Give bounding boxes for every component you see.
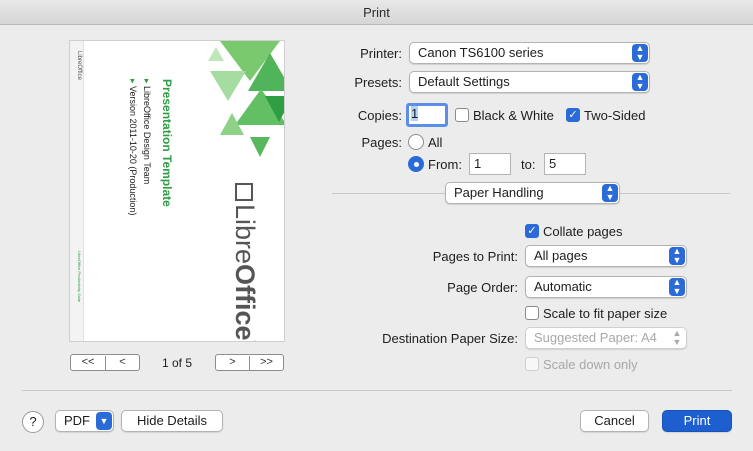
checkmark-icon: ✓ [568,109,578,121]
next-page-button[interactable]: > [216,355,249,370]
pages-to-print-label: Pages to Print: [432,249,518,264]
pages-all-radio[interactable] [408,134,424,150]
pdf-label: PDF [64,413,90,428]
preview-heading: Presentation Template [160,79,174,207]
pages-to-print-select[interactable]: All pages ▲ ▼ [525,245,687,267]
pages-label: Pages: [361,135,402,150]
page-order-label: Page Order: [447,280,518,295]
presets-value: Default Settings [418,74,510,89]
footer-separator [22,390,732,391]
previous-page-button[interactable]: < [106,355,139,370]
pages-all-label: All [428,135,443,150]
footer-text: LibreOffice Productivity Suite [77,251,82,303]
printer-value: Canon TS6100 series [418,45,544,60]
two-sided-checkbox[interactable]: ✓ [566,108,580,122]
last-page-button[interactable]: >> [250,355,283,370]
dest-paper-value: Suggested Paper: A4 [534,330,657,345]
chevron-updown-icon: ▲ ▼ [632,73,648,91]
preview-bullet-2: ▸ Version 2011-10-20 (Production) [128,79,138,216]
section-select[interactable]: Paper Handling ▲ ▼ [445,182,620,204]
side-text: LibreOffice [76,51,82,80]
dest-paper-select[interactable]: Suggested Paper: A4 ▲ ▼ [525,327,687,349]
scale-fit-checkbox[interactable] [525,306,539,320]
page-indicator: 1 of 5 [162,356,193,370]
hide-details-button[interactable]: Hide Details [121,410,223,432]
pages-to-label: to: [521,157,536,172]
collate-label: Collate pages [543,224,623,239]
print-button[interactable]: Print [662,410,732,432]
chevron-updown-icon: ▲ ▼ [669,278,685,296]
help-button[interactable]: ? [22,411,44,433]
printer-label: Printer: [360,46,402,61]
presets-select[interactable]: Default Settings ▲ ▼ [409,71,650,93]
chevron-updown-icon: ▲ ▼ [672,328,682,347]
scale-down-label: Scale down only [543,357,638,372]
pages-from-label: From: [428,157,462,172]
preview-nav-group-right: > >> [215,354,284,371]
page-order-select[interactable]: Automatic ▲ ▼ [525,276,687,298]
pages-from-radio[interactable] [408,156,424,172]
dest-paper-label: Destination Paper Size: [382,331,518,346]
page-preview: LibreOffice LibreOffice Productivity Sui… [69,40,285,342]
page-order-value: Automatic [534,279,592,294]
window-title: Print [0,0,753,25]
black-white-label: Black & White [473,108,554,123]
black-white-checkbox[interactable] [455,108,469,122]
copies-value: 1 [411,106,419,121]
chevron-updown-icon: ▲ ▼ [669,247,685,265]
copies-field[interactable]: 1 [406,103,448,127]
preview-bullet-1: ▸ LibreOffice Design Team [142,79,152,185]
printer-select[interactable]: Canon TS6100 series ▲ ▼ [409,42,650,64]
collate-checkbox[interactable]: ✓ [525,224,539,238]
two-sided-label: Two-Sided [584,108,646,123]
preview-nav-group-left: << < [70,354,140,371]
pdf-menu-button[interactable]: PDF ▼ [55,410,114,432]
chevron-updown-icon: ▲ ▼ [602,184,618,202]
chevron-down-icon: ▼ [96,412,112,430]
presets-label: Presets: [354,75,402,90]
pages-to-print-value: All pages [534,248,588,263]
pages-to-field[interactable]: 5 [544,153,586,175]
first-page-button[interactable]: << [71,355,105,370]
scale-down-checkbox[interactable] [525,357,539,371]
chevron-updown-icon: ▲ ▼ [632,44,648,62]
cancel-button[interactable]: Cancel [580,410,649,432]
libreoffice-logo: LibreOffice® [229,183,260,341]
checkmark-icon: ✓ [527,225,537,237]
scale-fit-label: Scale to fit paper size [543,306,668,321]
section-value: Paper Handling [454,185,544,200]
pages-from-field[interactable]: 1 [469,153,511,175]
copies-label: Copies: [357,108,402,123]
document-icon [235,183,253,201]
